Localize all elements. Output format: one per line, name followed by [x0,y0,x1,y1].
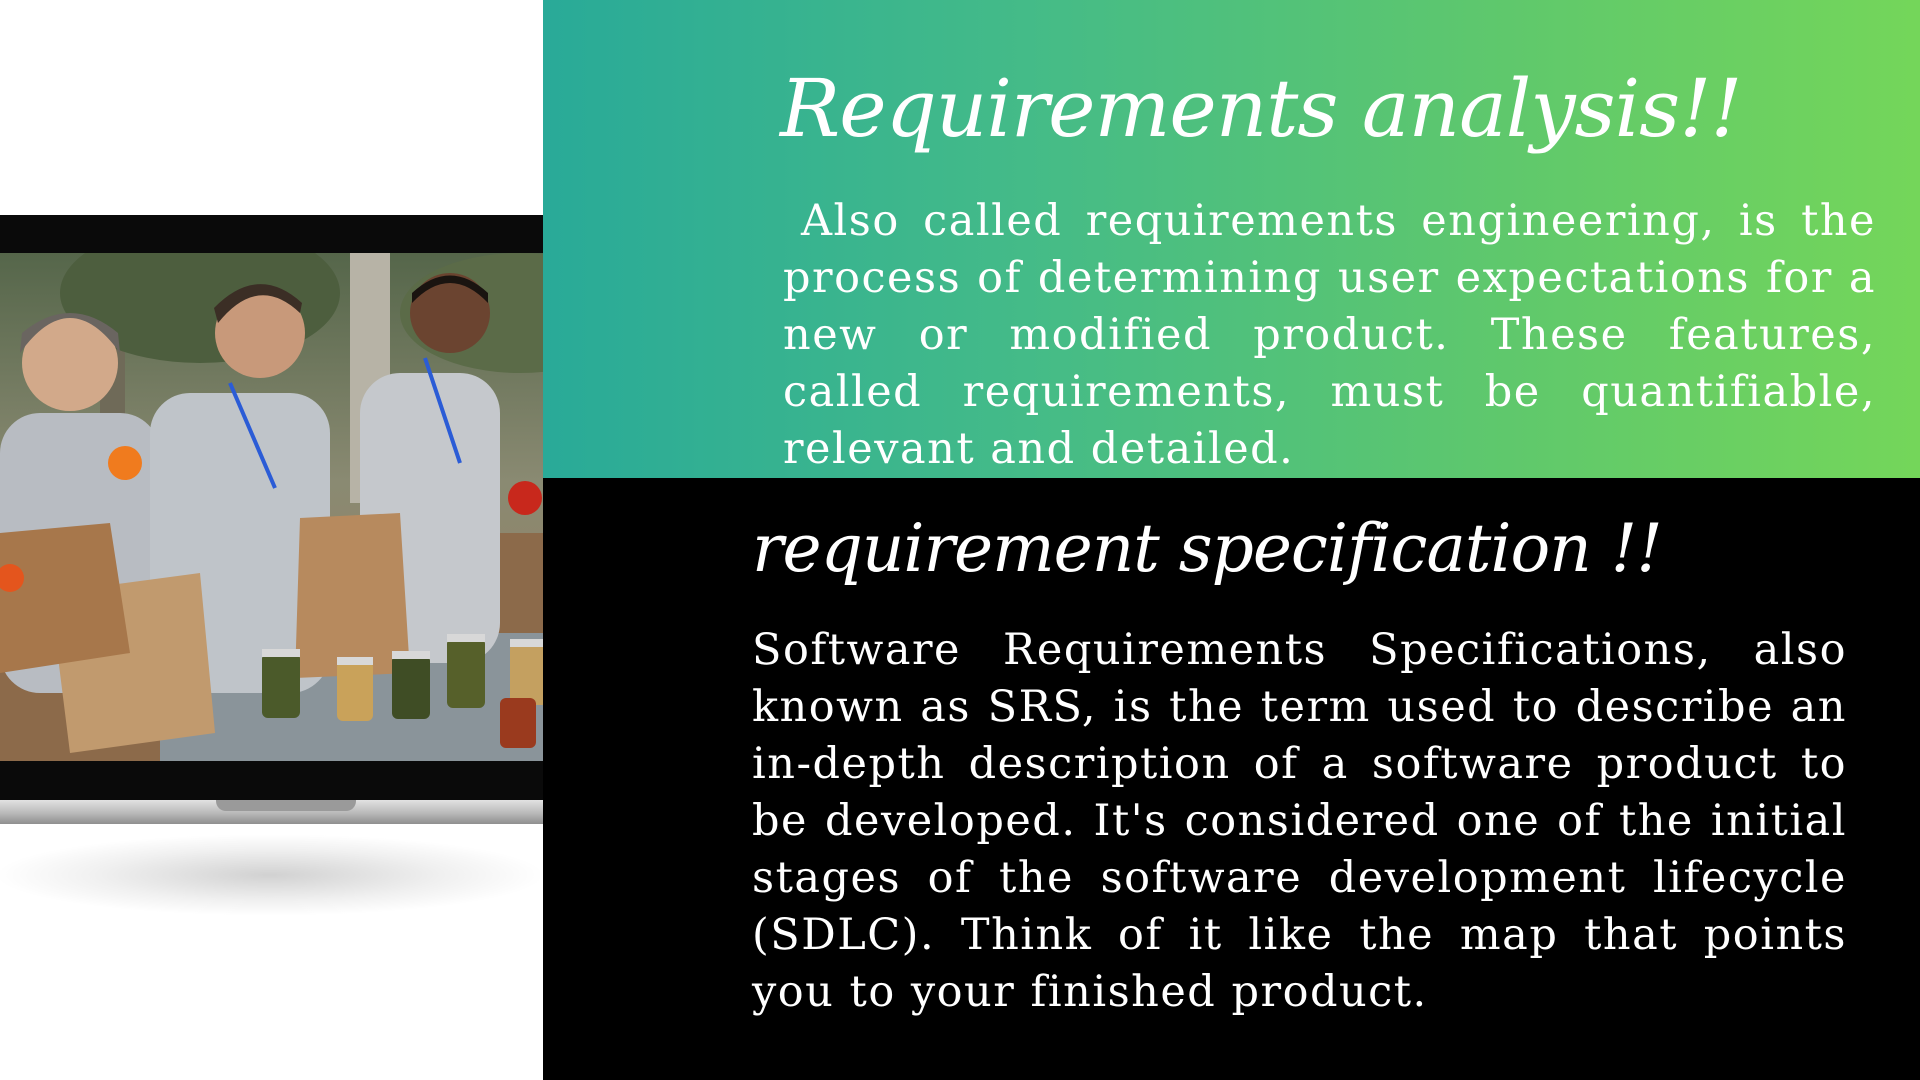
section-body-requirements-analysis: Also called requirements engineering, is… [783,196,1876,474]
section-title-requirement-specification: requirement specification !! [752,510,1663,587]
section-body-requirement-specification: Software Requirements Specifications, al… [752,625,1847,1017]
laptop-shadow [0,835,540,915]
laptop-notch [216,800,356,811]
section-title-requirements-analysis: Requirements analysis!! [780,62,1743,155]
